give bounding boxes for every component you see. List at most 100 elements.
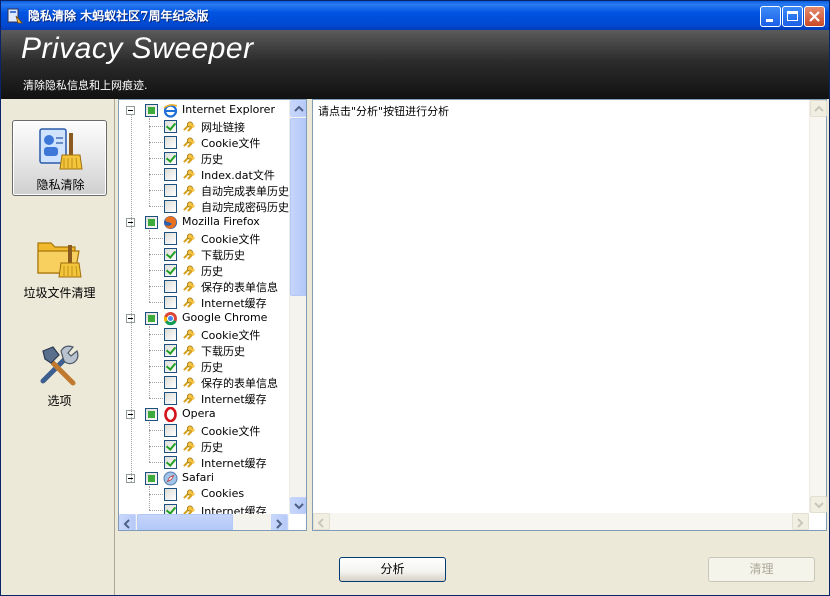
- browser-checkbox[interactable]: [145, 312, 158, 325]
- output-scroll-up-button[interactable]: [810, 100, 827, 117]
- maximize-button[interactable]: [782, 6, 803, 27]
- item-label: Internet缓存: [201, 297, 267, 310]
- item-checkbox[interactable]: [164, 184, 177, 197]
- item-checkbox[interactable]: [164, 280, 177, 293]
- tree-node-browser[interactable]: Internet Explorer: [119, 102, 289, 118]
- item-checkbox[interactable]: [164, 392, 177, 405]
- tree-scroll-up-button[interactable]: [290, 100, 306, 117]
- item-checkbox[interactable]: [164, 296, 177, 309]
- item-checkbox[interactable]: [164, 200, 177, 213]
- nav-item-options[interactable]: 选项: [12, 337, 107, 413]
- tree-node-item[interactable]: 下载历史: [119, 246, 289, 262]
- tree-node-item[interactable]: 历史: [119, 358, 289, 374]
- key-icon: [183, 201, 195, 212]
- key-icon: [183, 441, 195, 452]
- browser-name: Safari: [182, 471, 214, 484]
- output-scroll-right-button[interactable]: [792, 513, 809, 530]
- tree-node-item[interactable]: Cookie文件: [119, 326, 289, 342]
- nav-label-options: 选项: [47, 394, 72, 408]
- nav-item-junk-files[interactable]: 垃圾文件清理: [12, 229, 107, 305]
- junk-folder-icon: [37, 242, 82, 278]
- tree-node-item[interactable]: 下载历史: [119, 342, 289, 358]
- clean-button[interactable]: 清理: [708, 557, 815, 582]
- key-icon: [183, 489, 195, 500]
- tree-node-item[interactable]: 自动完成表单历史: [119, 182, 289, 198]
- nav-item-privacy-sweep[interactable]: 隐私清除: [12, 120, 107, 196]
- tree-node-browser[interactable]: Google Chrome: [119, 310, 289, 326]
- output-vertical-scrollbar[interactable]: [809, 100, 827, 513]
- tree-node-item[interactable]: 历史: [119, 262, 289, 278]
- safari-icon: [163, 471, 178, 486]
- item-checkbox[interactable]: [164, 232, 177, 245]
- tree-node-item[interactable]: 网址链接: [119, 118, 289, 134]
- tree-node-browser[interactable]: Mozilla Firefox: [119, 214, 289, 230]
- tree-scroll-left-button[interactable]: [119, 514, 136, 530]
- item-checkbox[interactable]: [164, 360, 177, 373]
- tree-connector: [149, 302, 163, 303]
- output-horizontal-scrollbar[interactable]: [313, 513, 809, 530]
- tree-node-item[interactable]: Cookie文件: [119, 134, 289, 150]
- key-icon: [183, 393, 195, 404]
- browser-name: Google Chrome: [182, 311, 268, 324]
- tree-node-item[interactable]: Cookies: [119, 486, 289, 502]
- tree-connector: [149, 326, 150, 398]
- tree-node-item[interactable]: 保存的表单信息: [119, 278, 289, 294]
- tree-scroll-right-button[interactable]: [271, 514, 288, 530]
- tree-node-item[interactable]: Internet缓存: [119, 294, 289, 310]
- tree-node-item[interactable]: Cookie文件: [119, 422, 289, 438]
- tree-node-item[interactable]: 保存的表单信息: [119, 374, 289, 390]
- analysis-output[interactable]: 请点击"分析"按钮进行分析: [312, 99, 827, 531]
- tree-connector: [131, 114, 132, 482]
- item-checkbox[interactable]: [164, 136, 177, 149]
- tree-connector: [149, 510, 163, 511]
- item-checkbox[interactable]: [164, 424, 177, 437]
- tree-node-item[interactable]: Internet缓存: [119, 502, 289, 514]
- tools-icon: [40, 345, 79, 386]
- tree-connector: [149, 494, 163, 495]
- browser-checkbox[interactable]: [145, 104, 158, 117]
- tree-node-item[interactable]: 历史: [119, 438, 289, 454]
- key-icon: [183, 233, 195, 244]
- tree-node-browser[interactable]: Opera: [119, 406, 289, 422]
- output-scroll-down-button[interactable]: [810, 496, 827, 513]
- tree-scroll-thumb[interactable]: [290, 118, 306, 296]
- item-checkbox[interactable]: [164, 168, 177, 181]
- item-label: 历史: [201, 265, 223, 278]
- item-checkbox[interactable]: [164, 440, 177, 453]
- item-checkbox[interactable]: [164, 376, 177, 389]
- item-checkbox[interactable]: [164, 328, 177, 341]
- window-title: 隐私清除 木蚂蚁社区7周年纪念版: [28, 9, 209, 23]
- item-checkbox[interactable]: [164, 248, 177, 261]
- title-bar[interactable]: 隐私清除 木蚂蚁社区7周年纪念版: [1, 1, 829, 30]
- tree-vertical-scrollbar[interactable]: [289, 100, 306, 514]
- item-checkbox[interactable]: [164, 152, 177, 165]
- browser-checkbox[interactable]: [145, 216, 158, 229]
- browser-checkbox[interactable]: [145, 408, 158, 421]
- item-checkbox[interactable]: [164, 120, 177, 133]
- tree-node-item[interactable]: Cookie文件: [119, 230, 289, 246]
- arrow-up-icon: [294, 105, 304, 112]
- tree-node-item[interactable]: Internet缓存: [119, 454, 289, 470]
- item-checkbox[interactable]: [164, 504, 177, 514]
- item-checkbox[interactable]: [164, 344, 177, 357]
- analyze-button[interactable]: 分析: [339, 557, 446, 582]
- item-label: 历史: [201, 153, 223, 166]
- browser-tree[interactable]: Internet Explorer 网址链接 Cookie文件 历史 Index…: [118, 99, 307, 531]
- tree-node-item[interactable]: Index.dat文件: [119, 166, 289, 182]
- tree-hscroll-thumb[interactable]: [137, 514, 233, 530]
- close-button[interactable]: [804, 6, 825, 27]
- tree-horizontal-scrollbar[interactable]: [119, 514, 289, 530]
- tree-node-item[interactable]: 自动完成密码历史: [119, 198, 289, 214]
- output-scroll-left-button[interactable]: [313, 513, 330, 530]
- tree-scroll-down-button[interactable]: [290, 497, 306, 514]
- item-checkbox[interactable]: [164, 264, 177, 277]
- browser-checkbox[interactable]: [145, 472, 158, 485]
- tree-node-item[interactable]: 历史: [119, 150, 289, 166]
- arrow-down-icon: [294, 503, 304, 510]
- item-checkbox[interactable]: [164, 456, 177, 469]
- minimize-button[interactable]: [760, 6, 781, 27]
- tree-node-browser[interactable]: Safari: [119, 470, 289, 486]
- key-icon: [183, 297, 195, 308]
- tree-node-item[interactable]: Internet缓存: [119, 390, 289, 406]
- item-checkbox[interactable]: [164, 488, 177, 501]
